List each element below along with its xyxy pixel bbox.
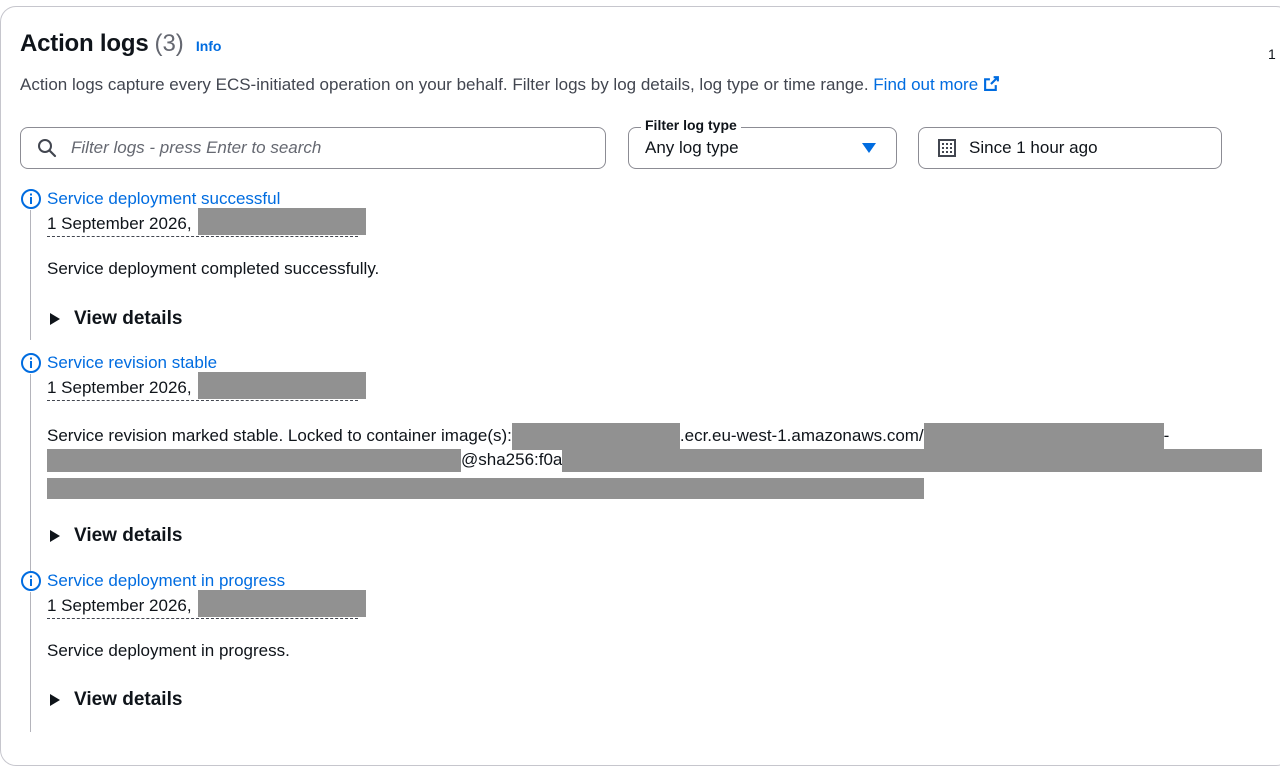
log-timestamp: 1 September 2026, — [47, 590, 367, 620]
redacted-time — [198, 372, 367, 400]
description-text: Action logs capture every ECS-initiated … — [20, 75, 874, 94]
redacted-time — [198, 208, 367, 236]
view-details-toggle[interactable]: View details — [50, 525, 182, 547]
log-type-value: Any log type — [645, 138, 739, 157]
log-type-select[interactable]: Filter log type Any log type — [628, 117, 897, 169]
view-details-label: View details — [74, 525, 183, 546]
redacted-time — [198, 590, 367, 618]
caret-right-icon — [50, 694, 60, 706]
description: Action logs capture every ECS-initiated … — [20, 75, 1000, 97]
log-type-label: Filter log type — [641, 117, 741, 133]
view-details-toggle[interactable]: View details — [50, 689, 182, 711]
log-entry: Service deployment successful 1 Septembe… — [20, 188, 1280, 340]
timestamp-date: 1 September 2026, — [47, 596, 192, 615]
info-icon — [20, 570, 42, 592]
info-icon — [20, 188, 42, 210]
log-message: Service deployment in progress. — [47, 641, 290, 660]
timestamp-date: 1 September 2026, — [47, 378, 192, 397]
log-entry: Service revision stable 1 September 2026… — [20, 352, 1280, 572]
external-link-icon — [983, 75, 1000, 97]
log-count: (3) — [154, 30, 184, 57]
log-message-line-1: Service revision marked stable. Locked t… — [47, 423, 1169, 450]
search-field — [20, 127, 606, 169]
search-input[interactable] — [69, 137, 573, 159]
info-icon — [20, 352, 42, 374]
redacted-digest-continued — [47, 478, 924, 499]
message-prefix: Service revision marked stable. Locked t… — [47, 425, 512, 445]
log-title: Service revision stable — [47, 353, 218, 372]
log-title-link[interactable]: Service deployment in progress — [20, 570, 285, 592]
view-details-label: View details — [74, 689, 183, 710]
find-out-more-link[interactable]: Find out more — [873, 75, 1000, 94]
view-details-label: View details — [74, 308, 183, 329]
redacted-account-id — [511, 423, 680, 450]
timeline-line — [30, 374, 31, 572]
page-title: Action logs — [20, 30, 149, 57]
log-title: Service deployment successful — [47, 189, 281, 208]
timestamp-date: 1 September 2026, — [47, 214, 192, 233]
search-icon — [37, 138, 57, 158]
message-sha: @sha256:f0a — [461, 449, 563, 469]
log-title: Service deployment in progress — [47, 571, 286, 590]
timeline-line — [30, 210, 31, 340]
message-domain: .ecr.eu-west-1.amazonaws.com/ — [679, 425, 924, 445]
log-title-link[interactable]: Service revision stable — [20, 352, 217, 374]
caret-right-icon — [50, 530, 60, 542]
log-entry: Service deployment in progress 1 Septemb… — [20, 570, 1280, 732]
log-message: Service deployment completed successfull… — [47, 259, 380, 278]
redacted-digest — [562, 449, 1263, 472]
log-title-link[interactable]: Service deployment successful — [20, 188, 280, 210]
log-timestamp: 1 September 2026, — [47, 208, 367, 238]
info-link[interactable]: Info — [196, 38, 222, 54]
caret-down-icon — [862, 143, 876, 153]
calendar-icon — [937, 138, 957, 158]
log-message-line-2: @sha256:f0a — [47, 449, 1263, 472]
timeline-line — [30, 592, 31, 732]
find-out-more-label: Find out more — [873, 75, 979, 94]
message-dash: - — [1163, 425, 1170, 445]
caret-right-icon — [50, 313, 60, 325]
log-timestamp: 1 September 2026, — [47, 372, 367, 402]
page-number[interactable]: 1 — [1268, 46, 1276, 62]
time-range-value: Since 1 hour ago — [969, 138, 1098, 157]
time-range-picker[interactable]: Since 1 hour ago — [918, 127, 1222, 169]
redacted-image-name — [47, 449, 461, 472]
redacted-repository — [923, 423, 1164, 450]
panel-header: Action logs (3) Info — [20, 30, 221, 58]
view-details-toggle[interactable]: View details — [50, 308, 182, 330]
